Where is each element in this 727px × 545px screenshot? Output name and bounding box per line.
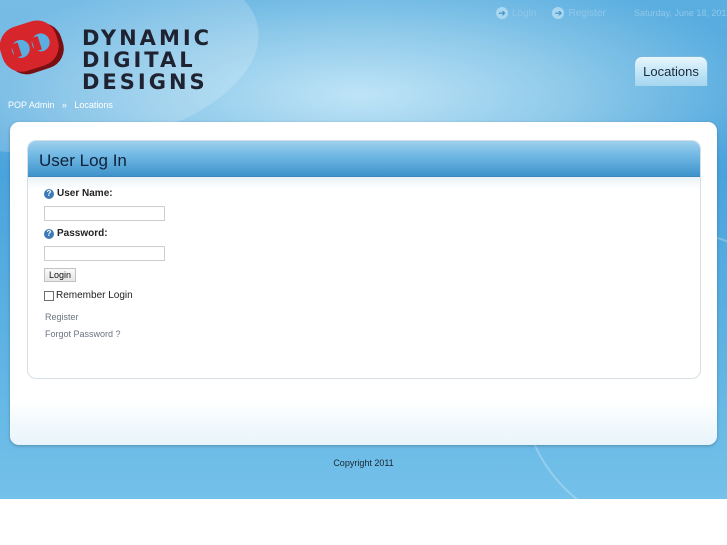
forgot-password-link[interactable]: Forgot Password ?	[45, 329, 121, 339]
remember-login-checkbox[interactable]	[44, 290, 54, 301]
copyright-text: Copyright 2011	[333, 458, 394, 468]
username-field[interactable]	[44, 206, 165, 221]
login-box-title: User Log In	[39, 151, 127, 170]
arrow-right-icon: ➔	[552, 7, 565, 19]
breadcrumb: POP Admin » Locations	[8, 100, 118, 110]
top-register-link[interactable]: ➔ Register	[552, 7, 606, 19]
breadcrumb-separator: »	[61, 100, 67, 110]
question-icon[interactable]: ?	[44, 228, 54, 239]
site-logo[interactable]: DYNAMIC DIGITAL DESIGNS	[0, 10, 210, 93]
dd-logo-mark-icon	[0, 20, 64, 75]
top-links: ➔ Login ➔ Register	[496, 7, 622, 19]
top-login-label: Login	[512, 7, 537, 19]
login-box-header: User Log In	[28, 141, 700, 177]
password-field[interactable]	[44, 246, 165, 261]
logo-line-2: DIGITAL	[82, 48, 196, 72]
logo-line-1: DYNAMIC	[82, 26, 213, 50]
remember-login-row[interactable]: Remember Login	[44, 290, 133, 301]
tab-locations[interactable]: Locations	[634, 56, 708, 86]
password-label-row: ? Password:	[44, 228, 108, 239]
top-register-label: Register	[568, 7, 606, 19]
top-login-link[interactable]: ➔ Login	[496, 7, 536, 19]
logo-line-3: DESIGNS	[82, 70, 208, 94]
login-button[interactable]: Login	[44, 268, 77, 282]
arrow-right-icon: ➔	[496, 7, 508, 19]
username-label-row: ? User Name:	[44, 188, 113, 199]
register-link[interactable]: Register	[45, 312, 79, 322]
breadcrumb-pop-admin[interactable]: POP Admin	[8, 100, 54, 110]
breadcrumb-locations[interactable]: Locations	[74, 100, 113, 110]
remember-login-label: Remember Login	[56, 290, 133, 301]
login-box: User Log In ? User Name: ? Password: Log…	[27, 140, 701, 379]
logo-wordmark: DYNAMIC DIGITAL DESIGNS	[82, 28, 212, 94]
username-label: User Name:	[57, 188, 113, 199]
current-date: Saturday, June 18, 2011	[634, 8, 727, 18]
login-box-strip	[28, 177, 700, 189]
password-label: Password:	[57, 228, 108, 239]
question-icon[interactable]: ?	[44, 188, 54, 199]
